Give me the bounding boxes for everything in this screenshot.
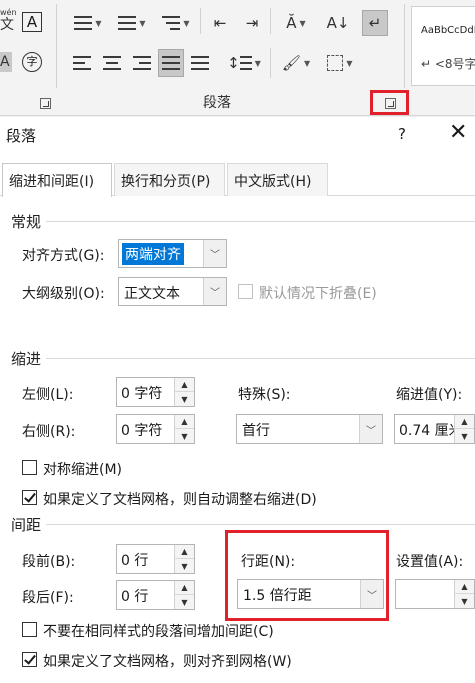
bullets-icon[interactable]: ▼ — [70, 12, 106, 34]
collapse-by-default-label: 默认情况下折叠(E) — [259, 286, 377, 302]
paragraph-group-label: 段落 — [203, 95, 231, 111]
left-indent-label: 左侧(L): — [22, 387, 74, 403]
spin-down-icon[interactable]: ▼ — [175, 559, 194, 573]
spin-down-icon[interactable]: ▼ — [455, 594, 474, 608]
alignment-select[interactable]: 两端对齐 ﹀ — [118, 239, 227, 268]
spin-up-icon[interactable]: ▲ — [455, 415, 474, 429]
outline-level-label: 大纲级别(O): — [22, 286, 105, 302]
spin-up-icon[interactable]: ▲ — [175, 378, 194, 392]
spin-down-icon[interactable]: ▼ — [455, 429, 474, 443]
character-border-icon[interactable]: A — [22, 12, 42, 32]
phonetic-guide-icon[interactable]: wén 文 — [0, 8, 17, 36]
tab-line-and-page-breaks[interactable]: 换行和分页(P) — [114, 163, 225, 196]
snap-to-grid-label: 如果定义了文档网格，则对齐到网格(W) — [43, 654, 292, 670]
numbering-icon[interactable]: ▼ — [114, 12, 150, 34]
style-gallery-item[interactable]: AaBbCcDdE ↵ <8号字 — [411, 6, 475, 86]
special-indent-select[interactable]: 首行 ﹀ — [236, 414, 383, 444]
help-button[interactable]: ? — [398, 125, 406, 143]
left-indent-spinner[interactable]: 0 字符 ▲ ▼ — [116, 377, 195, 407]
align-right-icon[interactable] — [130, 52, 154, 74]
outline-level-select[interactable]: 正文文本 ﹀ — [118, 277, 227, 306]
distributed-icon[interactable] — [188, 52, 212, 74]
spin-up-icon[interactable]: ▲ — [175, 545, 194, 559]
spacing-at-spinner[interactable]: ▲ ▼ — [395, 579, 475, 609]
chevron-down-icon: ﹀ — [203, 240, 226, 267]
launcher-highlight-box — [370, 90, 409, 115]
paragraph-dialog: 段落 ? ✕ 缩进和间距(I) 换行和分页(P) 中文版式(H) 常规 对齐方式… — [0, 117, 475, 683]
auto-adjust-right-indent-checkbox[interactable] — [22, 490, 37, 505]
chevron-down-icon: ﹀ — [203, 278, 226, 305]
sort-icon[interactable]: A↓ — [326, 12, 350, 34]
show-paragraph-marks-icon[interactable]: ↵ — [362, 10, 388, 36]
no-space-same-style-label: 不要在相同样式的段落间增加间距(C) — [43, 624, 274, 640]
tab-strip: 缩进和间距(I) 换行和分页(P) 中文版式(H) — [0, 163, 475, 197]
align-left-icon[interactable] — [70, 52, 94, 74]
indent-by-label: 缩进值(Y): — [396, 387, 463, 403]
shading-icon[interactable]: 🖌 ▼ — [278, 52, 314, 74]
tab-asian-typography[interactable]: 中文版式(H) — [227, 163, 328, 196]
indent-by-spinner[interactable]: 0.74 厘米 ▲▼ — [394, 414, 475, 444]
collapse-by-default-checkbox[interactable] — [238, 284, 253, 299]
spacing-before-spinner[interactable]: 0 行 ▲ ▼ — [116, 544, 195, 574]
spin-up-icon[interactable]: ▲ — [455, 580, 474, 594]
line-spacing-highlight-box — [225, 530, 389, 621]
spin-down-icon[interactable]: ▼ — [175, 392, 194, 406]
spin-up-icon[interactable]: ▲ — [175, 581, 194, 595]
chevron-down-icon: ﹀ — [359, 415, 382, 443]
spin-up-icon[interactable]: ▲ — [175, 415, 194, 429]
snap-to-grid-checkbox[interactable] — [22, 652, 37, 667]
mirror-indents-checkbox[interactable] — [22, 460, 37, 475]
line-spacing-icon[interactable]: ↕ ▼ — [226, 52, 262, 74]
spacing-after-spinner[interactable]: 0 行 ▲ ▼ — [116, 580, 195, 610]
align-center-icon[interactable] — [100, 52, 124, 74]
spacing-at-label: 设置值(A): — [396, 554, 464, 570]
special-indent-label: 特殊(S): — [238, 387, 291, 403]
decrease-indent-icon[interactable]: ⇤ — [208, 12, 232, 34]
spin-down-icon[interactable]: ▼ — [175, 595, 194, 609]
increase-indent-icon[interactable]: ⇥ — [240, 12, 264, 34]
general-heading: 常规 — [11, 213, 42, 231]
justify-icon[interactable] — [158, 49, 184, 77]
auto-adjust-right-indent-label: 如果定义了文档网格，则自动调整右缩进(D) — [43, 492, 317, 508]
tab-indents-and-spacing[interactable]: 缩进和间距(I) — [2, 163, 112, 197]
mirror-indents-label: 对称缩进(M) — [43, 462, 123, 478]
spacing-after-label: 段后(F): — [22, 590, 74, 606]
multilevel-list-icon[interactable]: ▼ — [158, 12, 194, 34]
dialog-title: 段落 — [6, 127, 37, 145]
spacing-heading: 间距 — [11, 516, 42, 534]
spin-down-icon[interactable]: ▼ — [175, 429, 194, 443]
font-dialog-launcher-icon[interactable] — [40, 98, 51, 109]
text-direction-icon[interactable]: Ă ▼ — [278, 12, 314, 34]
spacing-before-label: 段前(B): — [22, 554, 76, 570]
ribbon: wén 文 A A 字 ▼ ▼ ▼ ⇤ ⇥ Ă ▼ A↓ ↵ ↕ ▼ 🖌 ▼ ▼ 段落… — [0, 0, 475, 116]
borders-icon[interactable]: ▼ — [322, 52, 358, 74]
right-indent-label: 右侧(R): — [22, 424, 76, 440]
character-shading-icon[interactable]: A — [0, 52, 12, 72]
enclose-characters-icon[interactable]: 字 — [22, 52, 42, 72]
indentation-heading: 缩进 — [11, 350, 42, 368]
no-space-same-style-checkbox[interactable] — [22, 622, 37, 637]
right-indent-spinner[interactable]: 0 字符 ▲ ▼ — [116, 414, 195, 444]
alignment-label: 对齐方式(G): — [22, 248, 105, 264]
close-icon[interactable]: ✕ — [449, 120, 467, 145]
